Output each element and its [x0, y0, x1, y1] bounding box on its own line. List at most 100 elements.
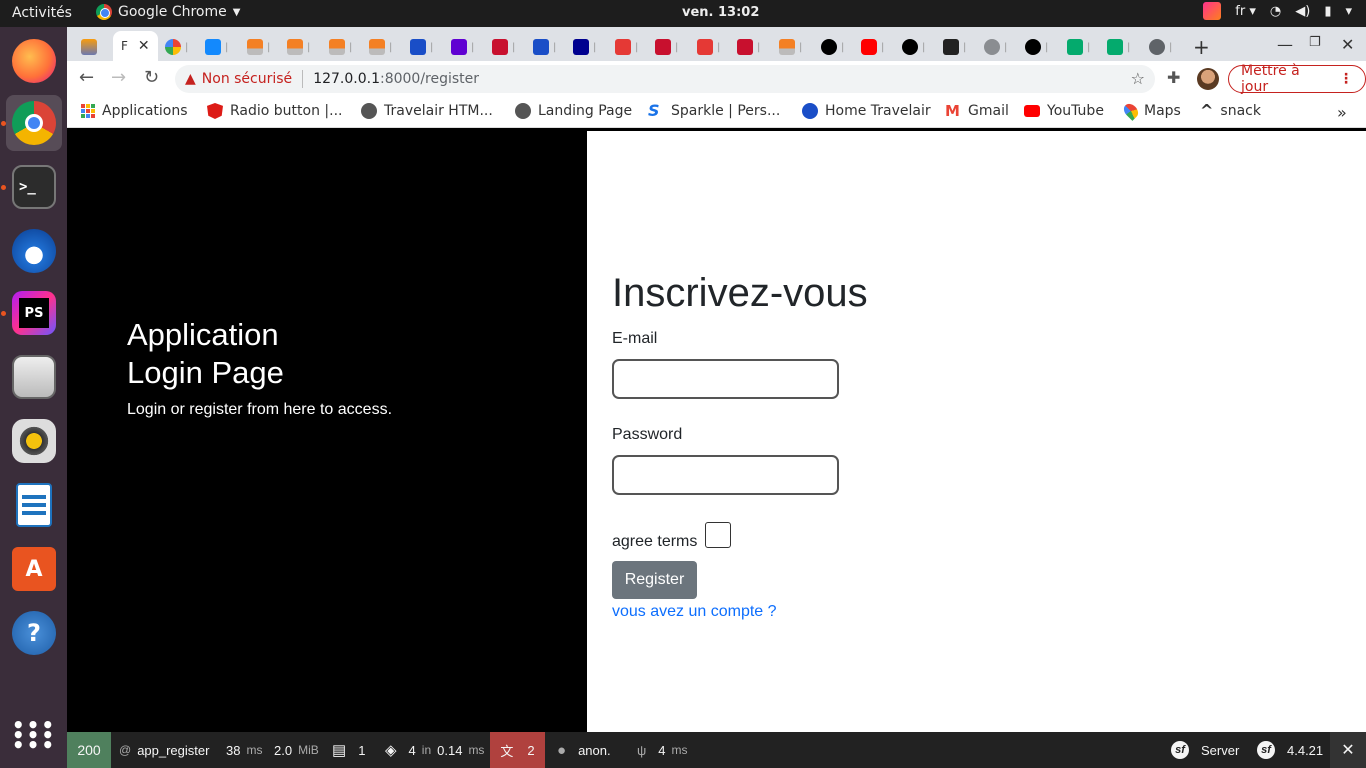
extensions-icon[interactable]: ✚: [1167, 68, 1180, 87]
route-panel[interactable]: @ app_register: [119, 732, 209, 768]
help-icon: ?: [12, 611, 56, 655]
tab[interactable]: |: [861, 33, 884, 61]
tab[interactable]: |: [943, 33, 966, 61]
bookmark-star-icon[interactable]: ☆: [1131, 69, 1145, 88]
app-menu[interactable]: Google Chrome ▼: [96, 4, 240, 20]
insecure-label[interactable]: Non sécurisé: [202, 71, 292, 87]
tab[interactable]: |: [205, 33, 228, 61]
agree-terms-checkbox[interactable]: [705, 522, 731, 548]
wifi-icon[interactable]: ◔: [1270, 4, 1281, 19]
email-field[interactable]: [612, 359, 839, 399]
dock-writer[interactable]: [6, 477, 62, 533]
tab[interactable]: |: [1107, 33, 1130, 61]
bookmark-applications[interactable]: Applications: [81, 103, 188, 119]
minimize-button[interactable]: —: [1277, 35, 1293, 54]
reload-button[interactable]: ↻: [144, 67, 159, 88]
tab[interactable]: |: [451, 33, 474, 61]
dock-help[interactable]: ?: [6, 605, 62, 661]
bookmark-radio-button[interactable]: Radio button |...: [207, 103, 343, 119]
bookmark-landing-page[interactable]: Landing Page: [515, 103, 632, 119]
tab[interactable]: [81, 33, 97, 61]
close-icon[interactable]: ✕: [138, 38, 150, 54]
dock-chrome[interactable]: [6, 95, 62, 151]
symfony-icon: [1025, 39, 1041, 55]
language-indicator[interactable]: fr ▾: [1235, 4, 1256, 19]
bookmark-snack[interactable]: ^ snack: [1200, 103, 1261, 120]
clock[interactable]: ven. 13:02: [682, 5, 759, 20]
dock-rhythmbox[interactable]: [6, 413, 62, 469]
symfony-version-panel[interactable]: sf 4.4.21: [1257, 732, 1323, 768]
dock-terminal[interactable]: >_: [6, 159, 62, 215]
restore-button[interactable]: ❐: [1309, 35, 1321, 50]
tab[interactable]: |: [902, 33, 925, 61]
tab[interactable]: |: [655, 33, 678, 61]
bookmark-maps[interactable]: Maps: [1121, 101, 1181, 121]
back-button[interactable]: ←: [79, 67, 94, 88]
tab[interactable]: |: [247, 33, 270, 61]
twig-panel[interactable]: ψ 4 ms: [637, 732, 688, 768]
activities-button[interactable]: Activités: [12, 5, 72, 21]
bookmark-gmail[interactable]: M Gmail: [945, 103, 1009, 119]
time-panel[interactable]: 38 ms: [226, 732, 262, 768]
tab[interactable]: |: [1025, 33, 1048, 61]
register-button[interactable]: Register: [612, 561, 697, 599]
tab[interactable]: |: [821, 33, 844, 61]
tab[interactable]: |: [410, 33, 433, 61]
security-panel[interactable]: ● anon.: [557, 732, 611, 768]
login-link[interactable]: vous avez un compte ?: [612, 603, 777, 621]
bookmark-youtube[interactable]: YouTube: [1024, 103, 1104, 119]
server-panel[interactable]: sf Server: [1171, 732, 1239, 768]
password-field[interactable]: [612, 455, 839, 495]
close-window-button[interactable]: ✕: [1341, 35, 1354, 54]
update-button[interactable]: Mettre à jour ⋮: [1228, 63, 1366, 95]
tab[interactable]: |: [779, 33, 802, 61]
tab[interactable]: |: [1149, 33, 1172, 61]
tab[interactable]: |: [697, 33, 720, 61]
youtube-icon: [1024, 105, 1040, 117]
chevron-down-icon[interactable]: ▾: [1345, 4, 1352, 19]
system-tray[interactable]: fr ▾ ◔ ◀) ▮ ▾: [1203, 2, 1352, 20]
symfony-icon: sf: [1257, 741, 1275, 759]
translation-panel[interactable]: 文 2: [490, 732, 545, 768]
memory-panel[interactable]: 2.0 MiB: [274, 732, 319, 768]
new-tab-button[interactable]: +: [1193, 33, 1210, 61]
dock-software[interactable]: A: [6, 541, 62, 597]
dock-files[interactable]: [6, 349, 62, 405]
jetbrains-toolbox-icon[interactable]: [1203, 2, 1222, 20]
bookmark-sparkle[interactable]: S Sparkle | Pers...: [648, 103, 780, 120]
tab[interactable]: |: [329, 33, 352, 61]
status-code-badge[interactable]: 200: [67, 732, 111, 768]
tab[interactable]: |: [615, 33, 638, 61]
volume-icon[interactable]: ◀): [1295, 4, 1310, 19]
address-bar[interactable]: ▲ Non sécurisé 127.0.0.1:8000/register ☆: [175, 65, 1155, 93]
dock-phpstorm[interactable]: PS: [6, 285, 62, 341]
tab[interactable]: |: [287, 33, 310, 61]
warning-icon[interactable]: ▲: [185, 71, 196, 87]
twig-icon: ψ: [637, 742, 647, 758]
symfony-icon: [902, 39, 918, 55]
tab[interactable]: |: [492, 33, 515, 61]
forms-panel[interactable]: ▤ 1: [332, 732, 365, 768]
battery-icon[interactable]: ▮: [1324, 4, 1331, 19]
tab[interactable]: |: [369, 33, 392, 61]
symfony-version: 4.4.21: [1287, 742, 1324, 758]
avatar[interactable]: [1197, 68, 1219, 90]
tab-active[interactable]: F ✕: [113, 31, 158, 61]
stackoverflow-icon: [369, 39, 385, 55]
bookmark-home-travelair[interactable]: Home Travelair: [802, 103, 931, 119]
dock-thunderbird[interactable]: [6, 223, 62, 279]
tab[interactable]: |: [573, 33, 596, 61]
dock-firefox[interactable]: [6, 33, 62, 89]
dock-show-apps[interactable]: ••• ••• •••: [6, 707, 62, 763]
forward-button[interactable]: →: [111, 67, 126, 88]
tab[interactable]: |: [533, 33, 556, 61]
bookmarks-overflow-button[interactable]: »: [1337, 103, 1347, 122]
cache-panel[interactable]: ◈ 4 in 0.14 ms: [385, 732, 484, 768]
tab[interactable]: |: [984, 33, 1007, 61]
close-toolbar-button[interactable]: ✕: [1330, 732, 1366, 768]
tab[interactable]: |: [165, 33, 188, 61]
tab[interactable]: |: [1067, 33, 1090, 61]
bookmark-travelair-html[interactable]: Travelair HTM...: [361, 103, 493, 119]
twig-time: 4: [658, 742, 666, 758]
tab[interactable]: |: [737, 33, 760, 61]
